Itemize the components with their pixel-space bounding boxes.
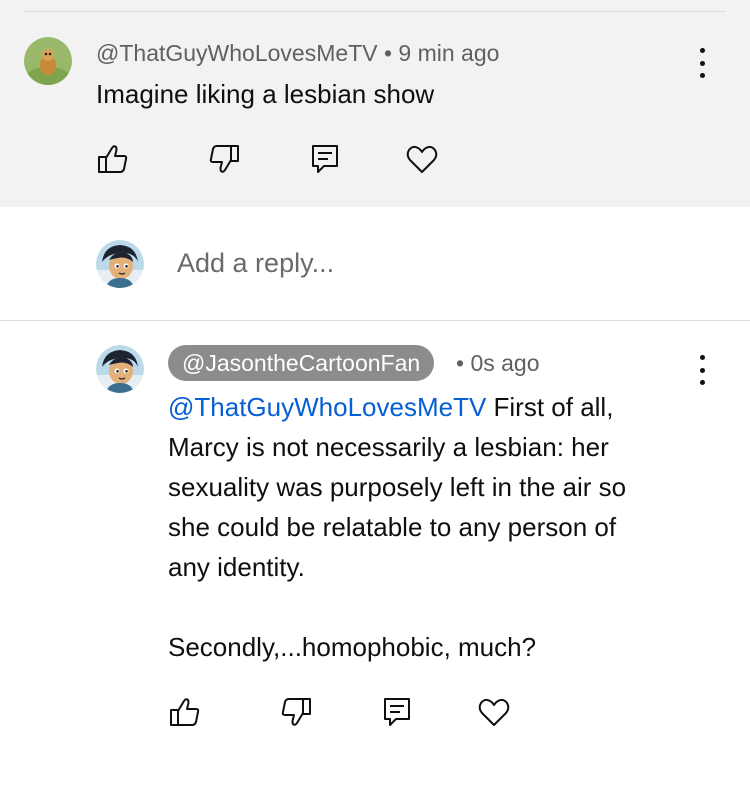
like-icon[interactable] <box>96 142 130 176</box>
divider <box>0 320 750 321</box>
meta-separator: • <box>383 40 399 66</box>
meta-separator: • <box>456 350 471 376</box>
reply-line: any identity. <box>168 552 305 582</box>
reply-author-avatar[interactable] <box>96 345 144 393</box>
reply-time: 0s ago <box>470 350 540 376</box>
heart-icon[interactable] <box>405 142 439 176</box>
dislike-icon[interactable] <box>279 695 313 729</box>
reply-line: @ThatGuyWhoLovesMeTV First of all, <box>168 387 728 427</box>
comment-text: Imagine liking a lesbian show <box>96 79 435 109</box>
reply-line-text: First of all, <box>486 392 614 422</box>
reply-line: she could be relatable to any person of <box>168 512 617 542</box>
my-avatar <box>96 240 144 288</box>
mention-link[interactable]: @ThatGuyWhoLovesMeTV <box>168 392 486 422</box>
reply-line: Secondly,...homophobic, much? <box>168 632 537 662</box>
reply-input[interactable]: Add a reply... <box>177 248 334 279</box>
reply-icon[interactable] <box>380 695 414 729</box>
reply-icon[interactable] <box>308 142 342 176</box>
more-options-icon[interactable] <box>692 46 712 80</box>
comment-meta: @ThatGuyWhoLovesMeTV • 9 min ago <box>96 40 499 67</box>
reply-line: sexuality was purposely left in the air … <box>168 472 627 502</box>
comment-author[interactable]: @ThatGuyWhoLovesMeTV <box>96 40 378 66</box>
more-options-icon[interactable] <box>692 353 712 387</box>
reply-text: @ThatGuyWhoLovesMeTV First of all, Marcy… <box>168 387 728 667</box>
highlighted-comment: @ThatGuyWhoLovesMeTV • 9 min ago Imagine… <box>0 0 750 207</box>
dislike-icon[interactable] <box>207 142 241 176</box>
like-icon[interactable] <box>168 695 202 729</box>
reply-line: Marcy is not necessarily a lesbian: her <box>168 432 609 462</box>
reply-author-badge[interactable]: @JasontheCartoonFan <box>168 345 435 381</box>
divider <box>24 11 726 12</box>
commenter-avatar[interactable] <box>24 37 72 85</box>
reply-meta: • 0s ago <box>456 350 540 377</box>
comment-time: 9 min ago <box>398 40 500 66</box>
heart-icon[interactable] <box>477 695 511 729</box>
